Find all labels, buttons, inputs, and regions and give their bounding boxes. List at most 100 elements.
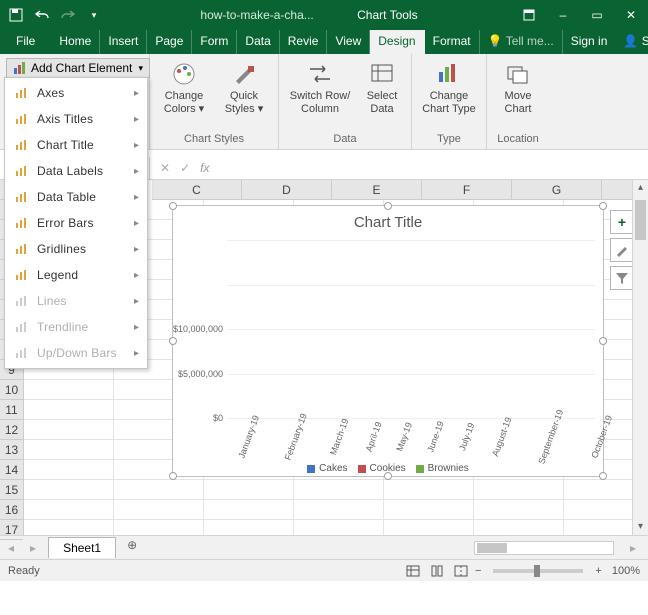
col-header[interactable]: D <box>242 180 332 199</box>
palette-icon <box>170 60 198 88</box>
sign-in[interactable]: Sign in <box>563 30 616 54</box>
zoom-slider[interactable] <box>493 569 583 573</box>
normal-view-icon[interactable] <box>403 563 423 579</box>
tab-design[interactable]: Design <box>370 30 424 54</box>
tab-format[interactable]: Format <box>425 30 480 54</box>
title-bar: ▾ how-to-make-a-cha... Chart Tools – ▭ ✕ <box>0 0 648 30</box>
add-chart-element-button[interactable]: Add Chart Element ▾ <box>6 58 150 78</box>
chart-legend[interactable]: Cakes Cookies Brownies <box>173 463 603 474</box>
tab-review[interactable]: Revie <box>280 30 328 54</box>
menu-item-data-table[interactable]: Data Table▸ <box>5 184 147 210</box>
tab-home[interactable]: Home <box>51 30 100 54</box>
page-break-view-icon[interactable] <box>451 563 471 579</box>
menu-item-gridlines[interactable]: Gridlines▸ <box>5 236 147 262</box>
qat-customize-icon[interactable]: ▾ <box>82 3 106 27</box>
tab-formulas[interactable]: Form <box>192 30 237 54</box>
accept-formula-icon[interactable]: ✓ <box>180 161 190 175</box>
save-icon[interactable] <box>4 3 28 27</box>
restore-button[interactable]: ▭ <box>580 0 614 30</box>
resize-handle[interactable] <box>169 202 177 210</box>
move-chart-button[interactable]: Move Chart <box>493 58 543 116</box>
chart-element-icon <box>13 61 27 75</box>
zoom-in-button[interactable]: + <box>591 565 605 577</box>
tell-me[interactable]: 💡 Tell me... <box>480 30 563 54</box>
row-header[interactable]: 17 <box>0 520 23 540</box>
menu-item-up-down-bars: Up/Down Bars▸ <box>5 340 147 366</box>
embedded-chart[interactable]: Chart Title $10,000,000$5,000,000$0 Janu… <box>172 205 604 477</box>
chart-filters-button[interactable] <box>610 266 632 290</box>
undo-icon[interactable] <box>30 3 54 27</box>
col-header[interactable]: F <box>422 180 512 199</box>
menu-item-chart-title[interactable]: Chart Title▸ <box>5 132 147 158</box>
formula-input[interactable] <box>215 158 648 178</box>
col-header[interactable]: G <box>512 180 602 199</box>
scroll-down-icon[interactable]: ▾ <box>633 519 648 535</box>
page-layout-view-icon[interactable] <box>427 563 447 579</box>
row-header[interactable]: 12 <box>0 420 23 440</box>
y-tick-label: $0 <box>213 413 227 423</box>
x-tick-label: August-19 <box>490 416 540 468</box>
row-header[interactable]: 15 <box>0 480 23 500</box>
group-data: Data <box>333 133 356 147</box>
chart-icon <box>13 345 31 361</box>
zoom-level[interactable]: 100% <box>612 565 640 577</box>
chart-icon <box>13 267 31 283</box>
col-header[interactable]: E <box>332 180 422 199</box>
scrollbar-thumb[interactable] <box>477 543 507 553</box>
sheet-tab-1[interactable]: Sheet1 <box>48 537 116 558</box>
select-data-button[interactable]: Select Data <box>359 58 405 116</box>
row-header[interactable]: 13 <box>0 440 23 460</box>
menu-item-error-bars[interactable]: Error Bars▸ <box>5 210 147 236</box>
tab-file[interactable]: File <box>6 30 45 54</box>
change-chart-type-button[interactable]: Change Chart Type <box>418 58 480 116</box>
quick-styles-button[interactable]: Quick Styles ▾ <box>216 58 272 116</box>
sheet-nav-next[interactable]: ▸ <box>22 541 44 555</box>
change-colors-button[interactable]: Change Colors ▾ <box>156 58 212 116</box>
plot-area[interactable]: $10,000,000$5,000,000$0 <box>227 240 595 418</box>
zoom-handle[interactable] <box>534 565 540 577</box>
fx-label: fx <box>200 161 209 175</box>
col-header[interactable]: C <box>152 180 242 199</box>
resize-handle[interactable] <box>599 337 607 345</box>
sheet-nav-prev[interactable]: ◂ <box>0 541 22 555</box>
cancel-formula-icon[interactable]: ✕ <box>160 161 170 175</box>
menu-item-axis-titles[interactable]: Axis Titles▸ <box>5 106 147 132</box>
resize-handle[interactable] <box>384 202 392 210</box>
chart-icon <box>13 215 31 231</box>
chart-title[interactable]: Chart Title <box>173 206 603 235</box>
horizontal-scrollbar[interactable] <box>474 541 614 555</box>
resize-handle[interactable] <box>169 337 177 345</box>
share-button[interactable]: 👤 Share <box>615 30 648 54</box>
column-headers[interactable]: CDEFGH <box>152 180 632 200</box>
chart-elements-button[interactable]: + <box>610 210 632 234</box>
switch-row-column-button[interactable]: Switch Row/ Column <box>285 58 355 116</box>
chart-styles-button[interactable] <box>610 238 632 262</box>
chart-icon <box>13 241 31 257</box>
menu-item-data-labels[interactable]: Data Labels▸ <box>5 158 147 184</box>
zoom-out-button[interactable]: − <box>471 565 485 577</box>
tab-insert[interactable]: Insert <box>100 30 147 54</box>
menu-item-axes[interactable]: Axes▸ <box>5 80 147 106</box>
tab-page-layout[interactable]: Page <box>147 30 192 54</box>
ribbon-options-icon[interactable] <box>512 0 546 30</box>
x-tick-label: October-19 <box>589 414 632 469</box>
resize-handle[interactable] <box>599 202 607 210</box>
row-header[interactable]: 14 <box>0 460 23 480</box>
tab-view[interactable]: View <box>327 30 370 54</box>
tab-data[interactable]: Data <box>237 30 279 54</box>
group-type: Type <box>437 133 461 147</box>
vertical-scrollbar[interactable]: ▴ ▾ <box>632 180 648 535</box>
redo-icon[interactable] <box>56 3 80 27</box>
hscroll-right-icon[interactable]: ▸ <box>622 541 644 555</box>
row-header[interactable]: 16 <box>0 500 23 520</box>
scroll-up-icon[interactable]: ▴ <box>633 180 648 196</box>
row-header[interactable]: 10 <box>0 380 23 400</box>
add-sheet-button[interactable]: ⊕ <box>122 538 142 558</box>
col-header[interactable]: H <box>602 180 632 199</box>
scrollbar-thumb[interactable] <box>635 200 646 240</box>
close-button[interactable]: ✕ <box>614 0 648 30</box>
row-header[interactable]: 11 <box>0 400 23 420</box>
minimize-button[interactable]: – <box>546 0 580 30</box>
menu-item-legend[interactable]: Legend▸ <box>5 262 147 288</box>
group-chart-styles: Chart Styles <box>184 133 244 147</box>
